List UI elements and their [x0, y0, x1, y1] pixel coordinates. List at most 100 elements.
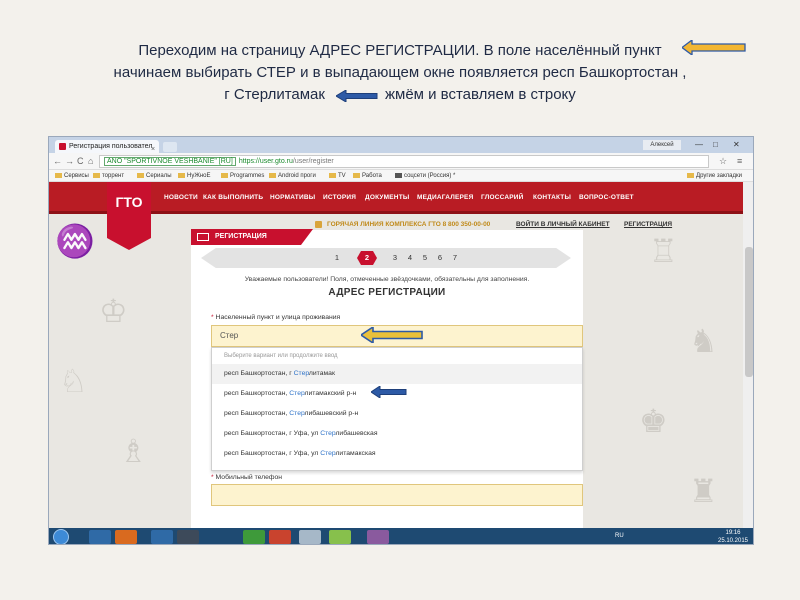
menu-icon[interactable]: ≡	[737, 155, 742, 168]
nav-item[interactable]: ВОПРОС-ОТВЕТ	[579, 194, 634, 201]
firefox-icon[interactable]	[115, 530, 137, 544]
suggestion-item[interactable]: респ Башкортостан, г Уфа, ул Стерлибашев…	[212, 424, 582, 444]
step-7[interactable]: 7	[449, 252, 461, 264]
tab-registration[interactable]: Регистрация пользовател ×	[55, 140, 159, 153]
bookmark-item[interactable]: Programmes	[221, 170, 264, 182]
blue-arrow-icon	[361, 327, 423, 343]
folder-icon	[329, 172, 336, 178]
star-icon[interactable]: ☆	[719, 155, 727, 168]
folder-icon	[221, 172, 228, 178]
nav-item[interactable]: ДОКУМЕНТЫ	[365, 194, 409, 201]
sport-pictogram-icon: ♘	[59, 363, 88, 399]
nav-item[interactable]: КОНТАКТЫ	[533, 194, 571, 201]
url-path: /user/register	[292, 158, 334, 165]
suggestion-item[interactable]: респ Башкортостан, Стерлибашевский р-н	[212, 404, 582, 424]
step-5[interactable]: 5	[419, 252, 431, 264]
suggestion-item[interactable]: респ Башкортостан, г Уфа, ул Стерлитамак…	[212, 444, 582, 464]
bookmark-item[interactable]: соцсети (Россия) *	[395, 170, 455, 182]
security-badge[interactable]: ANO "SPORTIVNOE VESHBANIE" [RU]	[104, 157, 236, 166]
sport-pictogram-icon: ♒	[55, 223, 95, 259]
sport-pictogram-icon: ♜	[689, 473, 718, 509]
step-1[interactable]: 1	[331, 252, 343, 264]
powerpoint-icon[interactable]	[269, 530, 291, 544]
step-bar	[201, 248, 571, 268]
bookmark-item[interactable]: Работа	[353, 170, 382, 182]
reload-icon[interactable]: C	[77, 155, 84, 168]
folder-icon	[269, 172, 276, 178]
register-link[interactable]: РЕГИСТРАЦИЯ	[624, 218, 672, 231]
nav-item[interactable]: ИСТОРИЯ	[323, 194, 356, 201]
gto-favicon-icon	[59, 143, 66, 150]
nav-item[interactable]: ГЛОССАРИЙ	[481, 194, 524, 201]
logo-shape	[107, 238, 151, 250]
step-6[interactable]: 6	[434, 252, 446, 264]
gold-arrow-icon	[682, 40, 746, 55]
browser-screenshot: Регистрация пользовател × Алексей — □ ✕ …	[48, 136, 754, 545]
caption-line-1: Переходим на страницу АДРЕС РЕГИСТРАЦИИ.…	[138, 42, 662, 59]
ribbon-tip	[301, 229, 313, 245]
chrome-window-icon[interactable]	[367, 530, 389, 544]
back-arrow-icon[interactable]: ←	[53, 155, 62, 168]
utorrent-icon[interactable]	[243, 530, 265, 544]
step-3[interactable]: 3	[389, 252, 401, 264]
bookmark-item[interactable]: торрент	[93, 170, 124, 182]
sport-pictogram-icon: ♞	[689, 323, 718, 359]
sport-pictogram-icon: ♖	[649, 233, 678, 269]
minimize-icon[interactable]: —	[695, 139, 703, 151]
section-title: АДРЕС РЕГИСТРАЦИИ	[328, 287, 446, 298]
forward-arrow-icon[interactable]: →	[65, 155, 74, 168]
blue-arrow-icon	[336, 90, 378, 102]
bookmark-item[interactable]: Android проги	[269, 170, 316, 182]
sport-pictogram-icon: ♚	[639, 403, 668, 439]
blue-arrow-icon	[371, 386, 407, 398]
nav-item[interactable]: КАК ВЫПОЛНИТЬ	[203, 194, 263, 201]
other-bookmarks[interactable]: Другие закладки	[687, 170, 742, 182]
section-badge: РЕГИСТРАЦИЯ	[215, 233, 267, 240]
url-host: https://user.gto.ru	[238, 158, 293, 165]
step-2-current[interactable]: 2	[357, 251, 377, 265]
phone-input[interactable]	[211, 484, 583, 506]
pen-icon[interactable]	[299, 530, 321, 544]
windows-taskbar: RU 19:16 25.10.2015	[49, 528, 753, 544]
suggestion-item[interactable]: респ Башкортостан, г Стерлитамак	[212, 364, 582, 384]
profile-chip[interactable]: Алексей	[643, 140, 681, 150]
notes-icon[interactable]	[329, 530, 351, 544]
folder-icon	[93, 172, 100, 178]
slide-caption: Переходим на страницу АДРЕС РЕГИСТРАЦИИ.…	[0, 40, 800, 106]
close-icon[interactable]: ×	[151, 143, 155, 153]
bookmark-item[interactable]: Сервисы	[55, 170, 89, 182]
windows-start-icon[interactable]	[53, 529, 69, 544]
step-4[interactable]: 4	[404, 252, 416, 264]
url-input[interactable]: ANO "SPORTIVNOE VESHBANIE" [RU] https://u…	[99, 155, 709, 168]
id-card-icon	[197, 233, 209, 241]
address-bar: ← → C ⌂ ANO "SPORTIVNOE VESHBANIE" [RU] h…	[49, 153, 753, 170]
caption-line-3: г Стерлитамак жмём и вставляем в строку	[224, 86, 576, 103]
bookmark-item[interactable]: TV	[329, 170, 346, 182]
folder-icon	[353, 172, 360, 178]
tray-clock[interactable]: 19:16 25.10.2015	[713, 529, 753, 544]
gto-website: ♒ ♔ ♘ ♗ ♖ ♞ ♚ ♜ ГТО НОВОСТИ КАК ВЫПОЛНИТ…	[49, 182, 753, 528]
explorer-icon[interactable]	[89, 530, 111, 544]
language-indicator[interactable]: RU	[615, 533, 624, 539]
nav-item[interactable]: НОВОСТИ	[164, 194, 198, 201]
bookmark-item[interactable]: НуЖноЕ	[178, 170, 211, 182]
folder-icon	[395, 172, 402, 178]
caption-line-2: начинаем выбирать СТЕР и в выпадающем ок…	[113, 64, 687, 81]
nav-item[interactable]: МЕДИАГАЛЕРЕЯ	[417, 194, 473, 201]
bookmarks-bar: Сервисы торрент Сериалы НуЖноЕ Programme…	[49, 170, 753, 182]
address-label: * Населенный пункт и улица проживания	[211, 314, 341, 321]
window-icon[interactable]	[177, 530, 199, 544]
gto-logo[interactable]	[107, 182, 151, 238]
nav-item[interactable]: НОРМАТИВЫ	[270, 194, 315, 201]
scrollbar-thumb[interactable]	[745, 247, 753, 377]
chrome-icon[interactable]	[151, 530, 173, 544]
dropdown-hint: Выберите вариант или продолжите ввод	[224, 353, 338, 359]
bookmark-item[interactable]: Сериалы	[137, 170, 172, 182]
maximize-icon[interactable]: □	[713, 139, 718, 151]
new-tab-button[interactable]	[163, 142, 177, 152]
folder-icon	[687, 172, 694, 178]
folder-icon	[137, 172, 144, 178]
window-close-icon[interactable]: ✕	[733, 139, 740, 151]
logo-text: ГТО	[115, 194, 143, 210]
home-icon[interactable]: ⌂	[88, 155, 93, 168]
